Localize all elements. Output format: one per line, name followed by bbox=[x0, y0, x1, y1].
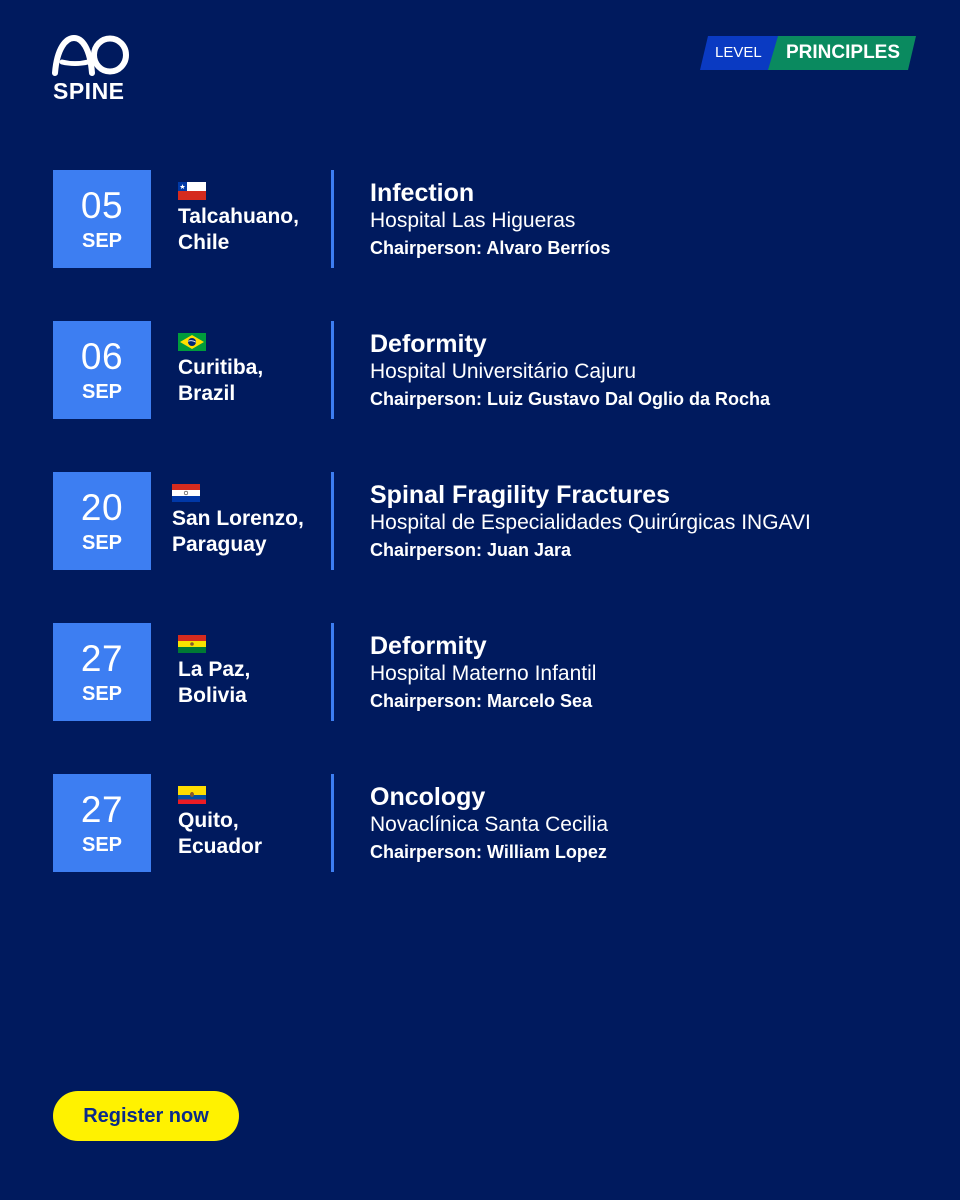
event-hospital: Novaclínica Santa Cecilia bbox=[370, 813, 609, 836]
event-divider bbox=[331, 170, 334, 268]
event-topic: Infection bbox=[370, 179, 475, 207]
event-chairperson: Chairperson: Juan Jara bbox=[370, 540, 572, 560]
ao-spine-logo: SPINE bbox=[52, 34, 132, 103]
event-city-line2: Brazil bbox=[178, 382, 236, 405]
event-location: Quito, Ecuador bbox=[178, 786, 328, 860]
chile-flag-icon bbox=[178, 182, 206, 200]
event-city-line2: Ecuador bbox=[178, 835, 263, 858]
event-item: 27 SEP Quito, Ecuador Oncology Novaclíni… bbox=[53, 774, 933, 872]
event-month: SEP bbox=[81, 381, 123, 403]
event-city: Talcahuano, Chile bbox=[178, 204, 328, 256]
event-month: SEP bbox=[81, 834, 123, 856]
event-day: 27 bbox=[80, 789, 124, 830]
event-day: 20 bbox=[80, 487, 124, 528]
event-details: Deformity Hospital Materno Infantil Chai… bbox=[370, 631, 930, 715]
event-divider bbox=[331, 623, 334, 721]
event-details: Infection Hospital Las Higueras Chairper… bbox=[370, 178, 930, 262]
event-date: 20 SEP bbox=[53, 472, 151, 570]
event-city-line1: San Lorenzo, bbox=[172, 507, 304, 530]
event-chairperson: Chairperson: Luiz Gustavo Dal Oglio da R… bbox=[370, 389, 771, 409]
event-chairperson: Chairperson: Alvaro Berríos bbox=[370, 238, 611, 258]
event-city: San Lorenzo, Paraguay bbox=[172, 506, 322, 558]
event-hospital: Hospital Las Higueras bbox=[370, 209, 576, 232]
logo-subtitle: SPINE bbox=[53, 78, 125, 104]
event-hospital: Hospital de Especialidades Quirúrgicas I… bbox=[370, 511, 811, 534]
event-divider bbox=[331, 774, 334, 872]
event-item: 05 SEP Talcahuano, Chile Infection Hospi… bbox=[53, 170, 933, 268]
event-city: Curitiba, Brazil bbox=[178, 355, 328, 407]
event-item: 06 SEP Curitiba, Brazil Deformity Hospit… bbox=[53, 321, 933, 419]
event-city-line1: Talcahuano, bbox=[178, 205, 299, 228]
event-topic: Oncology bbox=[370, 783, 486, 811]
event-date: 05 SEP bbox=[53, 170, 151, 268]
event-topic: Deformity bbox=[370, 330, 487, 358]
event-list: 05 SEP Talcahuano, Chile Infection Hospi… bbox=[53, 170, 933, 925]
register-now-button[interactable]: Register now bbox=[53, 1091, 239, 1141]
event-details: Oncology Novaclínica Santa Cecilia Chair… bbox=[370, 782, 930, 866]
event-details: Spinal Fragility Fractures Hospital de E… bbox=[370, 480, 930, 564]
brazil-flag-icon bbox=[178, 333, 206, 351]
event-topic: Spinal Fragility Fractures bbox=[370, 481, 671, 509]
event-chairperson: Chairperson: Marcelo Sea bbox=[370, 691, 593, 711]
event-day: 05 bbox=[80, 185, 124, 226]
event-city-line2: Paraguay bbox=[172, 533, 267, 556]
event-day: 27 bbox=[80, 638, 124, 679]
level-label: LEVEL bbox=[715, 44, 762, 61]
event-divider bbox=[331, 321, 334, 419]
event-city: La Paz, Bolivia bbox=[178, 657, 328, 709]
event-location: Talcahuano, Chile bbox=[178, 182, 328, 256]
ecuador-flag-icon bbox=[178, 786, 206, 804]
event-location: La Paz, Bolivia bbox=[178, 635, 328, 709]
level-badge: LEVEL PRINCIPLES bbox=[700, 36, 916, 70]
event-hospital: Hospital Universitário Cajuru bbox=[370, 360, 637, 383]
event-city-line2: Bolivia bbox=[178, 684, 247, 707]
bolivia-flag-icon bbox=[178, 635, 206, 653]
level-value: PRINCIPLES bbox=[786, 42, 901, 63]
event-location: San Lorenzo, Paraguay bbox=[172, 484, 322, 558]
event-city-line1: La Paz, bbox=[178, 658, 251, 681]
event-city-line1: Curitiba, bbox=[178, 356, 264, 379]
event-hospital: Hospital Materno Infantil bbox=[370, 662, 597, 685]
event-details: Deformity Hospital Universitário Cajuru … bbox=[370, 329, 930, 413]
event-city-line2: Chile bbox=[178, 231, 230, 254]
event-location: Curitiba, Brazil bbox=[178, 333, 328, 407]
event-city-line1: Quito, bbox=[178, 809, 239, 832]
event-topic: Deformity bbox=[370, 632, 487, 660]
paraguay-flag-icon bbox=[172, 484, 200, 502]
event-day: 06 bbox=[80, 336, 124, 377]
event-month: SEP bbox=[81, 532, 123, 554]
event-item: 27 SEP La Paz, Bolivia Deformity Hospita… bbox=[53, 623, 933, 721]
event-item: 20 SEP San Lorenzo, Paraguay Spinal Frag… bbox=[53, 472, 933, 570]
ao-logo-mark bbox=[52, 34, 129, 76]
event-divider bbox=[331, 472, 334, 570]
event-chairperson: Chairperson: William Lopez bbox=[370, 842, 607, 862]
event-date: 06 SEP bbox=[53, 321, 151, 419]
event-date: 27 SEP bbox=[53, 774, 151, 872]
event-month: SEP bbox=[81, 683, 123, 705]
event-date: 27 SEP bbox=[53, 623, 151, 721]
event-city: Quito, Ecuador bbox=[178, 808, 328, 860]
event-month: SEP bbox=[81, 230, 123, 252]
